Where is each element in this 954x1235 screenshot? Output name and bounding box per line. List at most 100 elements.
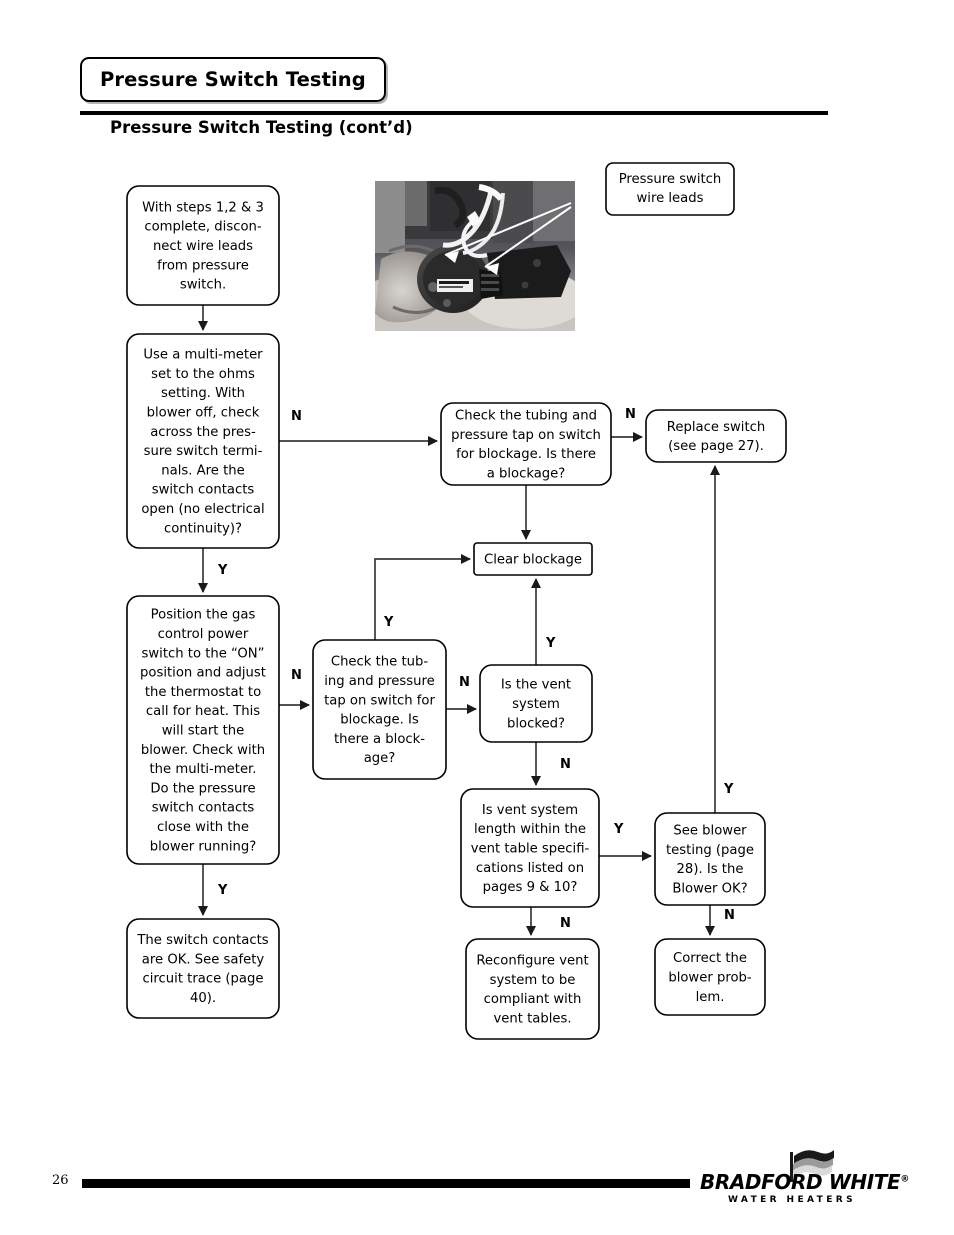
flow-node-text-line: nect wire leads	[153, 239, 253, 254]
flow-node-text-line: blower. Check with	[141, 743, 265, 758]
flow-node-text-line: control power	[158, 627, 249, 642]
edge-label-gas-control-yes: Y	[217, 883, 228, 898]
flow-node-text-line: nals. Are the	[161, 463, 244, 478]
flow-node-text-line: vent tables.	[493, 1011, 571, 1026]
flow-node-text-line: blower prob-	[668, 970, 752, 985]
logo-brand-name: BRADFORD WHITE	[700, 1170, 901, 1194]
flow-node-text-line: close with the	[157, 820, 249, 835]
logo-registered-mark: ®	[900, 1174, 909, 1185]
flow-node-text-line: switch.	[180, 278, 226, 293]
flow-node-text-line: Replace switch	[667, 420, 765, 435]
edge-label-gas-control-no: N	[291, 668, 302, 683]
flow-node-text-line: switch to the “ON”	[142, 646, 265, 661]
flow-node-start: With steps 1,2 & 3 complete, discon-nect …	[126, 185, 280, 306]
flow-node-text-line: Is the vent	[501, 678, 571, 693]
flow-node-text-line: See blower	[673, 824, 747, 839]
edge-label-vent-blocked-yes: Y	[545, 636, 556, 651]
flow-node-text-line: testing (page	[666, 843, 754, 858]
flow-node-reconfigure-vent: Reconfigure vent system to be compliant wi…	[465, 938, 600, 1040]
flow-node-text-line: call for heat. This	[146, 704, 260, 719]
flow-node-text-line: 40).	[190, 991, 216, 1006]
edge-label-blower-test-no: N	[724, 908, 735, 923]
flow-node-text-line: blower running?	[150, 839, 257, 854]
flow-node-text-line: With steps 1,2 & 3	[142, 200, 264, 215]
flow-node-text-line: blocked?	[507, 716, 565, 731]
edge-label-multimeter-yes: Y	[217, 563, 228, 578]
flow-node-text-line: 28). Is the	[677, 862, 744, 877]
flow-node-text-line: Correct the	[673, 951, 747, 966]
flow-node-text-line: vent table specifi-	[471, 841, 590, 856]
edge-label-vent-length-no: N	[560, 916, 571, 931]
flow-node-text-line: tap on switch for	[324, 693, 435, 708]
flow-node-text-line: Clear blockage	[484, 552, 582, 567]
flow-node-text-line: Reconfigure vent	[476, 954, 588, 969]
flow-node-text-line: length within the	[474, 822, 586, 837]
flow-node-text-line: ing and pressure	[324, 674, 435, 689]
edge-label-check-tubing-lower-no: N	[459, 675, 470, 690]
flow-node-vent-blocked: Is the vent system blocked?	[479, 664, 593, 743]
flow-node-text-line: cations listed on	[476, 861, 584, 876]
flow-node-text-line: for blockage. Is there	[456, 447, 596, 462]
callout-line-1: Pressure switch	[619, 172, 722, 187]
flow-node-text-line: Blower OK?	[672, 881, 747, 896]
flowchart: Pressure switch wire leads N Y N Y N N Y…	[126, 162, 787, 1040]
flow-node-text-line: setting. With	[161, 386, 245, 401]
flow-node-text-line: sure switch termi-	[144, 444, 263, 459]
flow-node-text-line: age?	[364, 751, 396, 766]
flow-node-check-tubing-lower: Check the tub-ing and pressure tap on swi…	[312, 639, 447, 780]
flow-node-text-line: blower off, check	[147, 406, 260, 421]
flow-node-text-line: compliant with	[484, 992, 582, 1007]
flow-node-text-line: will start the	[162, 723, 245, 738]
flow-node-contacts-ok: The switch contacts are OK. See safety cir…	[126, 918, 280, 1019]
flow-node-text-line: there a block-	[334, 732, 425, 747]
flow-nodes: With steps 1,2 & 3 complete, discon-nect …	[126, 185, 787, 1040]
edge-label-check-tubing-upper-no: N	[625, 407, 636, 422]
logo-tagline: WATER HEATERS	[728, 1195, 856, 1205]
flow-node-gas-control: Position the gas control power switch to t…	[126, 595, 280, 865]
flow-node-text-line: continuity)?	[164, 521, 242, 536]
flow-node-text-line: from pressure	[157, 258, 249, 273]
photo-callout-box: Pressure switch wire leads	[605, 162, 735, 216]
callout-line-2: wire leads	[637, 191, 704, 206]
flow-node-clear-blockage: Clear blockage	[473, 542, 593, 576]
flow-node-text-line: Do the pressure	[150, 781, 255, 796]
flow-node-blower-test: See blower testing (page 28). Is the Blower…	[654, 812, 766, 906]
flow-node-text-line: (see page 27).	[668, 439, 764, 454]
edge-label-vent-blocked-no: N	[560, 757, 571, 772]
flow-node-text-line: system	[512, 697, 560, 712]
flow-node-text-line: pressure tap on switch	[451, 428, 601, 443]
bradford-white-logo: BRADFORD WHITE® WATER HEATERS	[700, 1148, 909, 1208]
flow-node-text-line: Check the tubing and	[455, 409, 597, 424]
edge-label-blower-test-yes: Y	[723, 782, 734, 797]
flow-node-text-line: lem.	[696, 990, 725, 1005]
flow-node-text-line: complete, discon-	[144, 220, 262, 235]
flow-node-correct-blower: Correct the blower prob-lem.	[654, 938, 766, 1016]
flow-node-text-line: the multi-meter.	[150, 762, 257, 777]
flow-node-text-line: Use a multi-meter	[143, 348, 263, 363]
logo-wordmark: BRADFORD WHITE®	[700, 1170, 909, 1194]
flow-node-text-line: are OK. See safety	[142, 952, 265, 967]
flow-node-text-line: a blockage?	[487, 466, 566, 481]
flow-node-shape	[645, 409, 787, 463]
flow-node-text-line: switch contacts	[152, 801, 255, 816]
page-number: 26	[52, 1173, 69, 1188]
flow-node-text-line: open (no electrical	[141, 502, 264, 517]
flow-node-vent-length: Is vent system length within the vent tabl…	[460, 788, 600, 908]
flow-node-text-line: system to be	[490, 973, 576, 988]
flow-node-text-line: Check the tub-	[331, 655, 428, 670]
flow-node-text-line: Position the gas	[151, 608, 256, 623]
flow-node-text-line: across the pres-	[150, 425, 256, 440]
flow-node-multimeter: Use a multi-meter set to the ohms setting.…	[126, 333, 280, 549]
flow-node-check-tubing-upper: Check the tubing and pressure tap on swit…	[440, 402, 612, 486]
flow-node-text-line: set to the ohms	[151, 367, 255, 382]
flow-node-text-line: The switch contacts	[136, 933, 268, 948]
flow-node-replace-switch: Replace switch (see page 27).	[645, 409, 787, 463]
flow-node-text-line: blockage. Is	[340, 713, 419, 728]
edge-label-vent-length-yes: Y	[613, 822, 624, 837]
flow-node-text-line: the thermostat to	[145, 685, 261, 700]
footer-rule	[82, 1179, 690, 1188]
flow-node-text-line: circuit trace (page	[143, 972, 264, 987]
flow-node-text-line: switch contacts	[152, 483, 255, 498]
flow-node-text-line: Is vent system	[482, 803, 578, 818]
edge-label-multimeter-no: N	[291, 409, 302, 424]
